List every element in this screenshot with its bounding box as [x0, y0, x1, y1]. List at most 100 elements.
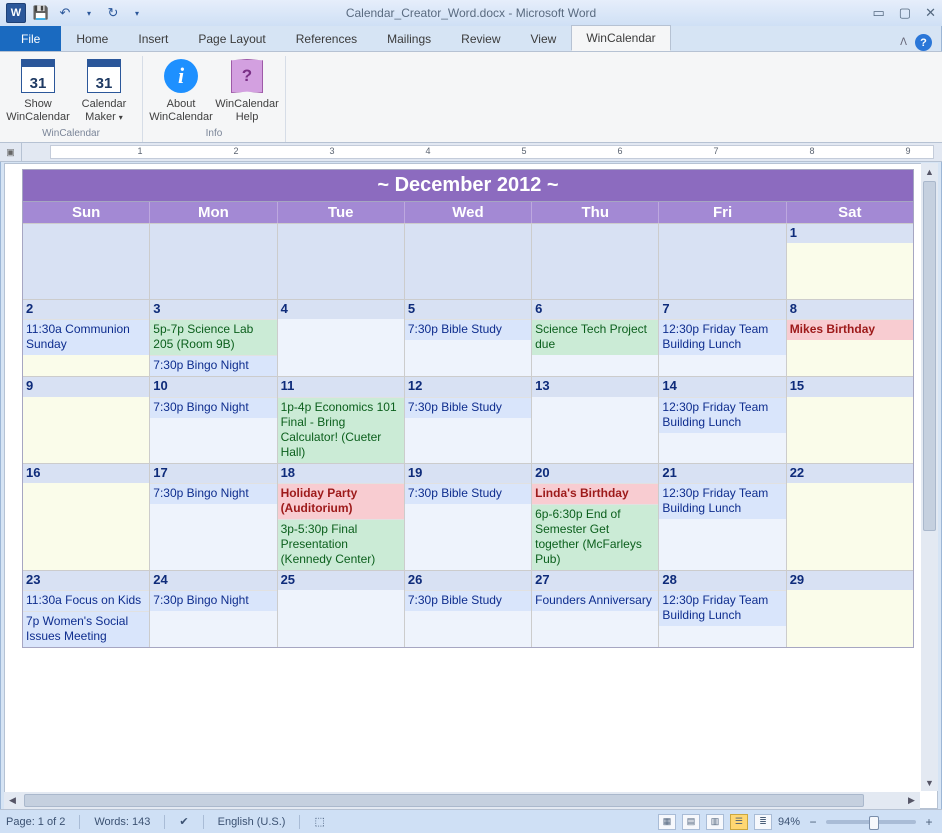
status-insert-mode-icon[interactable]: ⬚ [314, 815, 324, 828]
calendar-event[interactable]: Linda's Birthday [532, 483, 658, 504]
calendar-event[interactable]: 7:30p Bible Study [405, 590, 531, 611]
calendar-day-cell[interactable]: 22 [787, 463, 913, 570]
status-zoom-level[interactable]: 94% [778, 816, 800, 828]
tab-wincalendar[interactable]: WinCalendar [571, 25, 670, 51]
calendar-day-cell[interactable]: 2812:30p Friday Team Building Lunch [659, 570, 786, 647]
calendar-event[interactable]: 7:30p Bible Study [405, 319, 531, 340]
calendar-day-cell[interactable]: 35p-7p Science Lab 205 (Room 9B)7:30p Bi… [150, 299, 277, 376]
calendar-day-cell[interactable] [150, 223, 277, 299]
redo-icon[interactable]: ↻ [104, 4, 122, 22]
calendar-event[interactable]: 6p-6:30p End of Semester Get together (M… [532, 504, 658, 570]
tab-page-layout[interactable]: Page Layout [183, 26, 280, 51]
calendar-day-cell[interactable]: 127:30p Bible Study [405, 376, 532, 462]
tab-file[interactable]: File [0, 26, 61, 51]
calendar-day-cell[interactable]: 9 [23, 376, 150, 462]
calendar-event[interactable]: 7:30p Bingo Night [150, 590, 276, 611]
calendar-event[interactable]: 12:30p Friday Team Building Lunch [659, 483, 785, 519]
calendar-maker-button[interactable]: 31 Calendar Maker ▾ [72, 56, 136, 123]
calendar-day-cell[interactable] [405, 223, 532, 299]
view-web-layout-button[interactable]: ▥ [706, 814, 724, 830]
calendar-event[interactable]: 7:30p Bible Study [405, 483, 531, 504]
tab-references[interactable]: References [281, 26, 372, 51]
calendar-day-cell[interactable]: 4 [278, 299, 405, 376]
calendar-event[interactable]: 11:30a Focus on Kids [23, 590, 149, 611]
calendar-event[interactable]: 7p Women's Social Issues Meeting [23, 611, 149, 647]
calendar-day-cell[interactable]: 267:30p Bible Study [405, 570, 532, 647]
horizontal-ruler[interactable]: ▣ 1 2 3 4 5 6 7 8 9 [0, 143, 942, 162]
calendar-day-cell[interactable]: 18Holiday Party (Auditorium)3p-5:30p Fin… [278, 463, 405, 570]
calendar-day-cell[interactable]: 1 [787, 223, 913, 299]
status-word-count[interactable]: Words: 143 [94, 816, 150, 828]
calendar-day-cell[interactable]: 15 [787, 376, 913, 462]
calendar-event[interactable]: 3p-5:30p Final Presentation (Kennedy Cen… [278, 519, 404, 570]
calendar-day-cell[interactable]: 16 [23, 463, 150, 570]
scroll-thumb[interactable] [24, 794, 864, 807]
tab-insert[interactable]: Insert [123, 26, 183, 51]
calendar-day-cell[interactable]: 8Mikes Birthday [787, 299, 913, 376]
view-draft-button[interactable]: ≣ [754, 814, 772, 830]
show-wincalendar-button[interactable]: 31 Show WinCalendar [6, 56, 70, 123]
calendar-day-cell[interactable] [23, 223, 150, 299]
undo-icon[interactable]: ↶ [56, 4, 74, 22]
calendar-event[interactable]: 7:30p Bingo Night [150, 397, 276, 418]
minimize-ribbon-icon[interactable]: ᐱ [900, 37, 907, 48]
document-page[interactable]: ~ December 2012 ~ SunMonTueWedThuFriSat … [22, 169, 914, 648]
calendar-event[interactable]: Mikes Birthday [787, 319, 913, 340]
help-icon[interactable]: ? [915, 34, 932, 51]
save-icon[interactable]: 💾 [32, 4, 50, 22]
calendar-day-cell[interactable]: 197:30p Bible Study [405, 463, 532, 570]
tab-mailings[interactable]: Mailings [372, 26, 446, 51]
calendar-event[interactable]: Holiday Party (Auditorium) [278, 483, 404, 519]
about-wincalendar-button[interactable]: i About WinCalendar [149, 56, 213, 123]
calendar-day-cell[interactable]: 712:30p Friday Team Building Lunch [659, 299, 786, 376]
view-full-screen-button[interactable]: ▤ [682, 814, 700, 830]
scroll-down-icon[interactable]: ▼ [921, 774, 938, 791]
maximize-button[interactable]: ▢ [899, 5, 911, 21]
status-language[interactable]: English (U.S.) [218, 816, 286, 828]
horizontal-scrollbar[interactable]: ◀ ▶ [4, 792, 920, 809]
undo-dropdown-icon[interactable]: ▾ [80, 4, 98, 22]
calendar-event[interactable]: 7:30p Bingo Night [150, 483, 276, 504]
calendar-event[interactable]: Science Tech Project due [532, 319, 658, 355]
calendar-event[interactable]: 12:30p Friday Team Building Lunch [659, 397, 785, 433]
calendar-day-cell[interactable]: 29 [787, 570, 913, 647]
calendar-event[interactable]: 11:30a Communion Sunday [23, 319, 149, 355]
view-print-layout-button[interactable]: ▦ [658, 814, 676, 830]
calendar-day-cell[interactable]: 107:30p Bingo Night [150, 376, 277, 462]
status-proofing-icon[interactable]: ✔ [179, 815, 188, 828]
calendar-event[interactable]: 12:30p Friday Team Building Lunch [659, 590, 785, 626]
document-viewport[interactable]: ~ December 2012 ~ SunMonTueWedThuFriSat … [4, 163, 938, 809]
scroll-thumb[interactable] [923, 181, 936, 531]
calendar-event[interactable]: 1p-4p Economics 101 Final - Bring Calcul… [278, 397, 404, 463]
qat-customize-icon[interactable]: ▾ [128, 4, 146, 22]
minimize-button[interactable]: ▭ [873, 5, 885, 21]
calendar-day-cell[interactable]: 177:30p Bingo Night [150, 463, 277, 570]
calendar-event[interactable]: Founders Anniversary [532, 590, 658, 611]
calendar-event[interactable]: 7:30p Bible Study [405, 397, 531, 418]
scroll-up-icon[interactable]: ▲ [921, 163, 938, 180]
calendar-day-cell[interactable]: 27Founders Anniversary [532, 570, 659, 647]
status-page[interactable]: Page: 1 of 2 [6, 816, 65, 828]
scroll-right-icon[interactable]: ▶ [903, 792, 920, 809]
calendar-day-cell[interactable]: 2112:30p Friday Team Building Lunch [659, 463, 786, 570]
zoom-in-button[interactable]: + [922, 815, 936, 829]
ruler-corner-icon[interactable]: ▣ [0, 143, 22, 161]
scroll-left-icon[interactable]: ◀ [4, 792, 21, 809]
tab-view[interactable]: View [516, 26, 572, 51]
calendar-day-cell[interactable]: 13 [532, 376, 659, 462]
calendar-day-cell[interactable]: 20Linda's Birthday6p-6:30p End of Semest… [532, 463, 659, 570]
calendar-event[interactable]: 5p-7p Science Lab 205 (Room 9B) [150, 319, 276, 355]
calendar-day-cell[interactable]: 247:30p Bingo Night [150, 570, 277, 647]
zoom-slider[interactable] [826, 820, 916, 824]
calendar-day-cell[interactable]: 6Science Tech Project due [532, 299, 659, 376]
calendar-day-cell[interactable]: 25 [278, 570, 405, 647]
calendar-day-cell[interactable]: 111p-4p Economics 101 Final - Bring Calc… [278, 376, 405, 462]
calendar-day-cell[interactable]: 1412:30p Friday Team Building Lunch [659, 376, 786, 462]
calendar-day-cell[interactable]: 211:30a Communion Sunday [23, 299, 150, 376]
calendar-day-cell[interactable]: 57:30p Bible Study [405, 299, 532, 376]
calendar-event[interactable]: 12:30p Friday Team Building Lunch [659, 319, 785, 355]
zoom-out-button[interactable]: − [806, 815, 820, 829]
calendar-day-cell[interactable] [278, 223, 405, 299]
calendar-day-cell[interactable]: 2311:30a Focus on Kids7p Women's Social … [23, 570, 150, 647]
calendar-day-cell[interactable] [532, 223, 659, 299]
